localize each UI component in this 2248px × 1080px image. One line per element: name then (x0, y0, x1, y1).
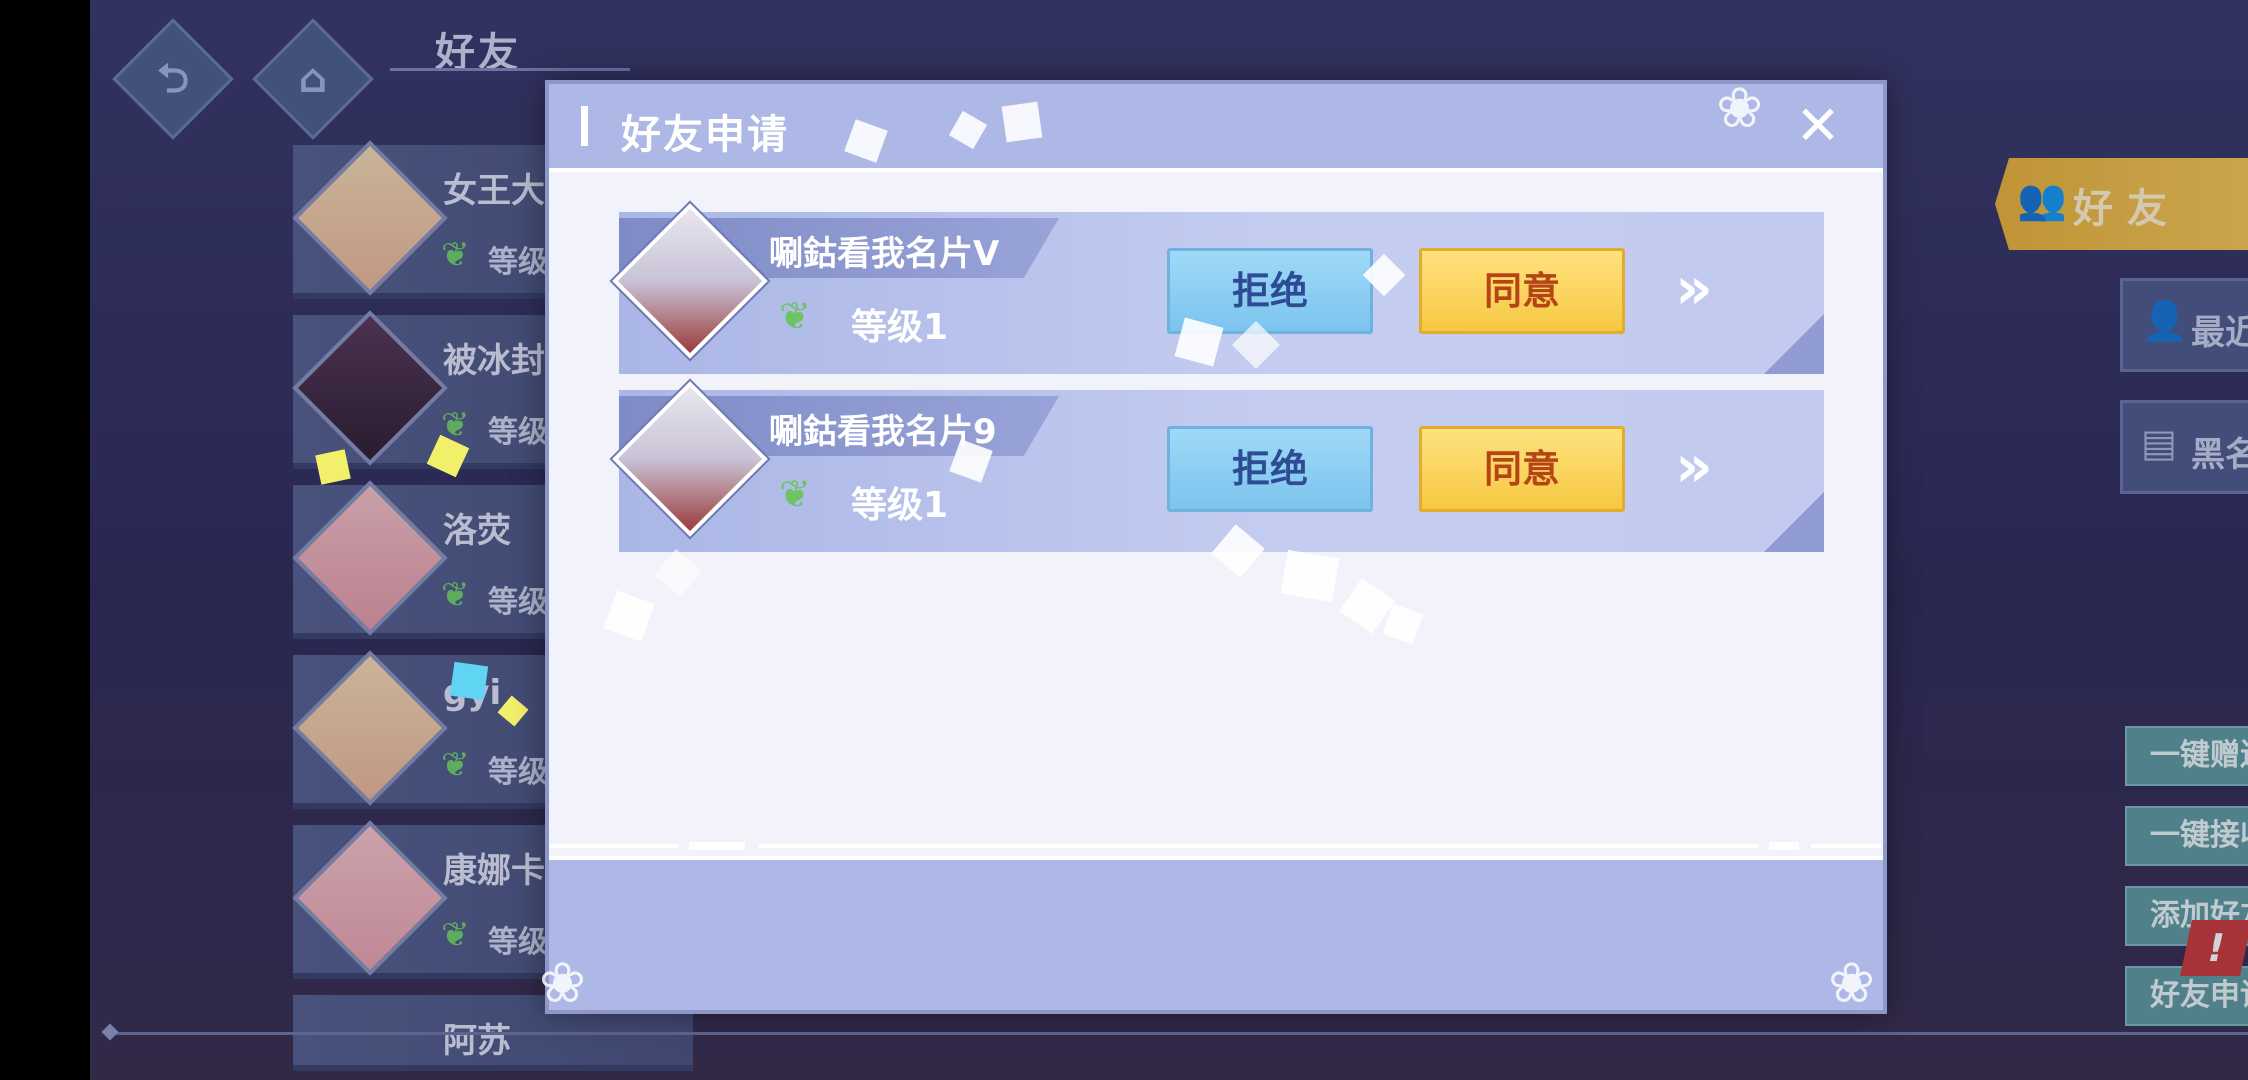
sparkle (1280, 549, 1340, 603)
requester-level: 等级1 (851, 485, 949, 526)
request-row: 唰鈷看我名片V ❦ 等级1 拒绝 同意 » (612, 203, 1824, 374)
dialog-title: 好友申请 (621, 112, 789, 158)
accept-button[interactable]: 同意 (1419, 248, 1625, 334)
sparkle (1001, 101, 1043, 143)
footer-line (689, 842, 745, 850)
row-corner-decoration (1764, 492, 1824, 552)
reject-button[interactable]: 拒绝 (1167, 426, 1373, 512)
sparkle (603, 590, 655, 642)
sparkle (449, 661, 489, 701)
row-corner-decoration (1764, 314, 1824, 374)
footer-line (759, 844, 1759, 848)
close-button[interactable]: ✕ (1793, 99, 1843, 153)
sparkle (315, 449, 351, 485)
footer-line (1769, 842, 1799, 850)
flower-icon: ❀ (1716, 76, 1763, 141)
flower-icon: ❀ (539, 951, 586, 1016)
footer-line (549, 844, 679, 848)
details-button[interactable]: » (1664, 259, 1724, 320)
flower-icon: ❀ (1828, 951, 1875, 1016)
leaf-icon: ❦ (779, 472, 811, 516)
leaf-icon: ❦ (779, 294, 811, 338)
accept-button[interactable]: 同意 (1419, 426, 1625, 512)
dialog-footer: ❀ ❀ (539, 842, 1883, 1016)
request-row: 唰鈷看我名片9 ❦ 等级1 拒绝 同意 » (612, 381, 1824, 552)
dialog-header: 好友申请 ❀ ✕ (549, 76, 1883, 172)
requester-level: 等级1 (851, 307, 949, 348)
details-button[interactable]: » (1664, 437, 1724, 498)
footer-line (1811, 844, 1881, 848)
friend-request-dialog: 好友申请 ❀ ✕ 唰鈷看我名片V ❦ 等级1 拒绝 同意 » 唰鈷看我名片9 ❦… (539, 76, 1887, 1016)
sparkle (654, 549, 702, 597)
requester-name: 唰鈷看我名片V (769, 234, 1000, 274)
header-accent-bar (581, 106, 588, 146)
